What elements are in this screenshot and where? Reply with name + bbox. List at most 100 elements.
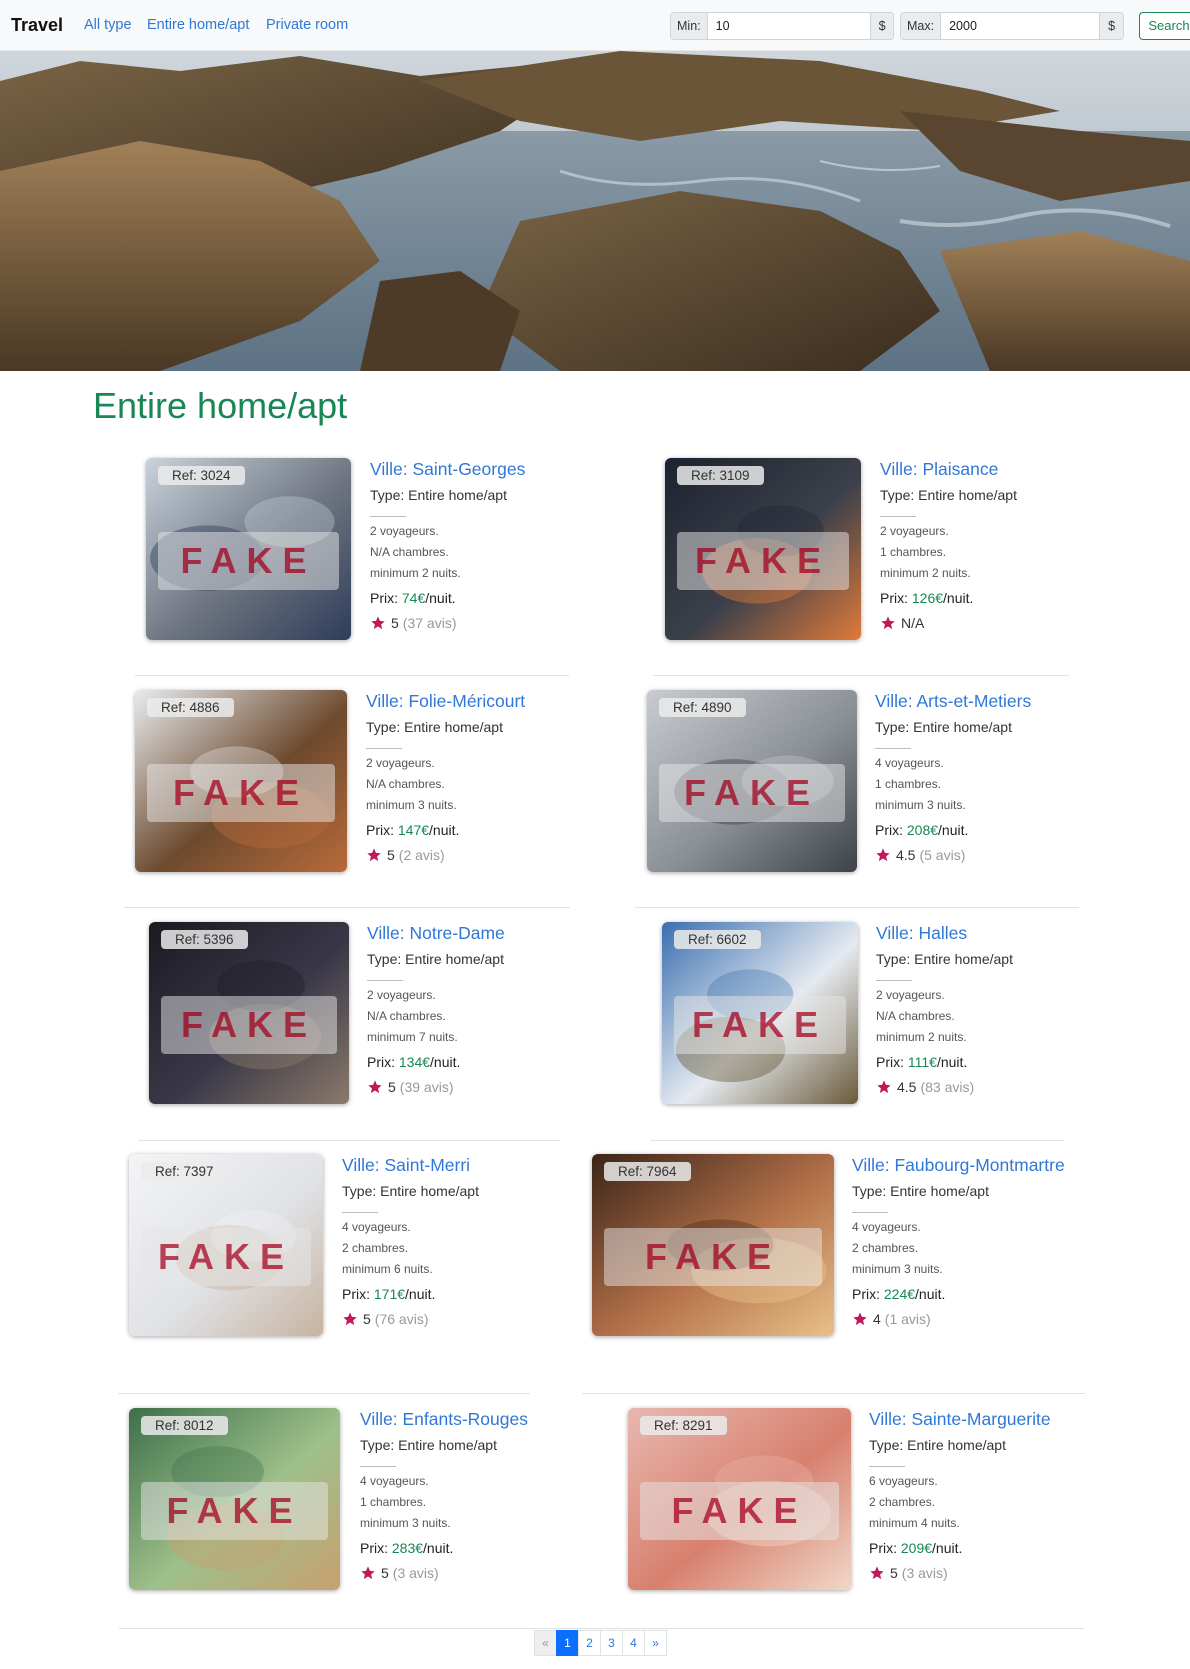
listing-guests: 4 voyageurs. <box>342 1220 411 1234</box>
rating-value: 5 <box>391 615 399 631</box>
pagination-page-2[interactable]: 2 <box>578 1630 601 1656</box>
listing-rooms: N/A chambres. <box>367 1009 446 1023</box>
review-count: (39 avis) <box>399 1079 454 1095</box>
listing-min-nights: minimum 2 nuits. <box>880 566 971 580</box>
pagination-prev[interactable]: « <box>534 1630 557 1656</box>
brand-logo[interactable]: Travel <box>11 15 63 36</box>
review-count: (76 avis) <box>374 1311 429 1327</box>
review-count: (3 avis) <box>901 1565 948 1581</box>
listing-photo[interactable]: Ref: 5396 FAKE <box>149 922 349 1104</box>
fake-watermark: FAKE <box>604 1228 822 1286</box>
listing-type: Type: Entire home/apt <box>370 487 507 503</box>
listing-photo[interactable]: Ref: 7397 FAKE <box>129 1154 323 1336</box>
top-navbar: Travel All type Entire home/apt Private … <box>0 0 1190 51</box>
listing-divider-line <box>135 675 569 676</box>
review-count: (3 avis) <box>392 1565 439 1581</box>
listing-divider-line <box>653 675 1069 676</box>
listing-rating: 5 (39 avis) <box>367 1079 607 1095</box>
pagination-page-1[interactable]: 1 <box>556 1630 579 1656</box>
star-icon <box>367 848 381 862</box>
listing-photo[interactable]: Ref: 8012 FAKE <box>129 1408 340 1590</box>
listing-city-link[interactable]: Ville: Arts-et-Metiers <box>875 690 1115 712</box>
listing-info: Ville: Faubourg-Montmartre Type: Entire … <box>852 1154 1092 1327</box>
listing-ref-badge: Ref: 4886 <box>147 698 234 717</box>
listing-photo[interactable]: Ref: 6602 FAKE <box>662 922 858 1104</box>
listing-divider <box>342 1212 378 1213</box>
min-price-group: Min: $ <box>670 12 894 40</box>
min-price-input[interactable] <box>707 13 870 39</box>
listing-guests: 4 voyageurs. <box>875 756 944 770</box>
listing-city-link[interactable]: Ville: Plaisance <box>880 458 1120 480</box>
listing-rating: N/A <box>880 615 1120 631</box>
listing-divider <box>852 1212 888 1213</box>
listing-city-link[interactable]: Ville: Notre-Dame <box>367 922 607 944</box>
listing-city-link[interactable]: Ville: Saint-Merri <box>342 1154 582 1176</box>
listing-photo[interactable]: Ref: 3024 FAKE <box>146 458 351 640</box>
listing-type: Type: Entire home/apt <box>852 1183 989 1199</box>
listing-ref-badge: Ref: 6602 <box>674 930 761 949</box>
listing-city-link[interactable]: Ville: Folie-Méricourt <box>366 690 606 712</box>
fake-watermark: FAKE <box>158 532 339 590</box>
listing-ref-badge: Ref: 7964 <box>604 1162 691 1181</box>
star-icon <box>853 1312 867 1326</box>
listing-price: Prix: 208€/nuit. <box>875 822 1115 838</box>
listing-type: Type: Entire home/apt <box>880 487 1017 503</box>
listing-photo[interactable]: Ref: 8291 FAKE <box>628 1408 851 1590</box>
listing-type: Type: Entire home/apt <box>367 951 504 967</box>
pagination-page-4[interactable]: 4 <box>622 1630 645 1656</box>
listing-price: Prix: 224€/nuit. <box>852 1286 1092 1302</box>
pagination-next[interactable]: » <box>644 1630 667 1656</box>
listing-divider <box>880 516 916 517</box>
listing-photo[interactable]: Ref: 3109 FAKE <box>665 458 861 640</box>
listing-guests: 2 voyageurs. <box>370 524 439 538</box>
pagination-page-3[interactable]: 3 <box>600 1630 623 1656</box>
listing-type: Type: Entire home/apt <box>869 1437 1006 1453</box>
listing-city-link[interactable]: Ville: Sainte-Marguerite <box>869 1408 1109 1430</box>
listing-info: Ville: Plaisance Type: Entire home/apt 2… <box>880 458 1120 631</box>
fake-watermark: FAKE <box>674 996 846 1054</box>
listing-city-link[interactable]: Ville: Halles <box>876 922 1116 944</box>
price-prefix: Prix: <box>360 1540 392 1556</box>
listing-guests: 2 voyageurs. <box>367 988 436 1002</box>
listing-divider <box>370 516 406 517</box>
listing-rooms: 1 chambres. <box>360 1495 427 1509</box>
listing-photo[interactable]: Ref: 4890 FAKE <box>647 690 857 872</box>
listing-photo[interactable]: Ref: 4886 FAKE <box>135 690 347 872</box>
listing-divider-line <box>582 1393 1085 1394</box>
listing-divider-line <box>650 1140 1064 1141</box>
listing-rating: 5 (3 avis) <box>869 1565 1109 1581</box>
rating-value: 5 <box>363 1311 371 1327</box>
listing-guests: 2 voyageurs. <box>366 756 435 770</box>
min-currency-label: $ <box>869 13 893 39</box>
listing-divider <box>366 748 402 749</box>
fake-watermark: FAKE <box>147 764 335 822</box>
listing-rating: 4 (1 avis) <box>852 1311 1092 1327</box>
listing-ref-badge: Ref: 8012 <box>141 1416 228 1435</box>
listing-type: Type: Entire home/apt <box>875 719 1012 735</box>
price-amount: 171€ <box>373 1286 406 1302</box>
listing-divider <box>876 980 912 981</box>
price-prefix: Prix: <box>876 1054 908 1070</box>
listing-city-link[interactable]: Ville: Saint-Georges <box>370 458 610 480</box>
hero-banner-image <box>0 51 1190 371</box>
listing-city-link[interactable]: Ville: Faubourg-Montmartre <box>852 1154 1092 1176</box>
listing-guests: 4 voyageurs. <box>852 1220 921 1234</box>
fake-watermark: FAKE <box>161 996 337 1054</box>
listing-photo[interactable]: Ref: 7964 FAKE <box>592 1154 834 1336</box>
listing-rating: 5 (37 avis) <box>370 615 610 631</box>
review-count: (5 avis) <box>919 847 966 863</box>
listing-min-nights: minimum 6 nuits. <box>342 1262 433 1276</box>
listing-rooms: 2 chambres. <box>869 1495 936 1509</box>
review-count: (83 avis) <box>920 1079 975 1095</box>
max-price-input[interactable] <box>941 13 1100 39</box>
listing-rating: 5 (3 avis) <box>360 1565 600 1581</box>
nav-link-private-room[interactable]: Private room <box>266 17 348 33</box>
listing-divider <box>869 1466 905 1467</box>
price-suffix: /nuit. <box>430 1054 461 1070</box>
nav-link-all-type[interactable]: All type <box>84 17 132 33</box>
price-prefix: Prix: <box>869 1540 901 1556</box>
search-button[interactable]: Search <box>1139 12 1190 40</box>
nav-link-entire-home[interactable]: Entire home/apt <box>147 17 249 33</box>
listing-city-link[interactable]: Ville: Enfants-Rouges <box>360 1408 600 1430</box>
review-count: (37 avis) <box>402 615 457 631</box>
